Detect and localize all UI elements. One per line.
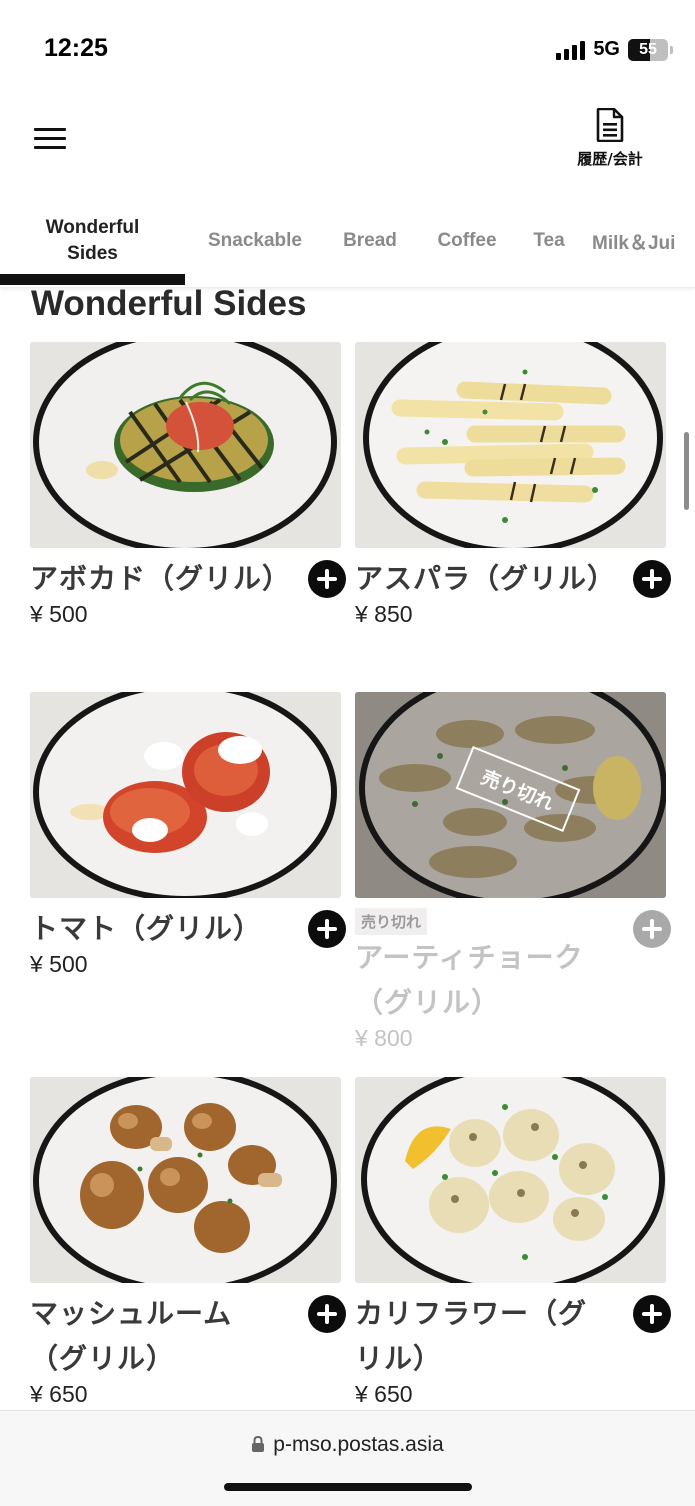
url-display[interactable]: p-mso.postas.asia	[0, 1433, 695, 1457]
add-to-cart-plus-icon[interactable]	[633, 1295, 671, 1333]
item-photo[interactable]	[30, 342, 341, 548]
add-to-cart-plus-icon[interactable]	[308, 560, 346, 598]
battery-icon: 55	[628, 38, 668, 61]
item-name: アスパラ（グリル）	[355, 562, 617, 595]
document-icon	[596, 108, 624, 142]
item-price: ¥ 800	[355, 1025, 413, 1051]
status-bar: 12:25 5G 55	[0, 0, 695, 90]
tab-coffee[interactable]: Coffee	[424, 196, 510, 286]
item-price: ¥ 500	[30, 951, 88, 977]
cauliflower-image	[355, 1077, 666, 1283]
menu-item-card[interactable]: アスパラ（グリル） ¥ 850	[355, 342, 671, 628]
home-indicator[interactable]	[224, 1483, 472, 1491]
item-photo[interactable]: 売り切れ	[355, 692, 666, 898]
item-photo[interactable]	[30, 692, 341, 898]
menu-item-card[interactable]: アボカド（グリル） ¥ 500	[30, 342, 346, 628]
network-type: 5G	[593, 38, 620, 60]
tab-milk-juice[interactable]: Milk＆Jui	[592, 196, 695, 286]
menu-item-card[interactable]: トマト（グリル） ¥ 500	[30, 692, 346, 978]
item-price: ¥ 650	[355, 1381, 413, 1407]
add-to-cart-plus-icon[interactable]	[308, 910, 346, 948]
add-to-cart-plus-icon[interactable]	[308, 1295, 346, 1333]
tab-wonderful-sides[interactable]: Wonderful Sides	[0, 196, 185, 286]
status-indicators: 5G 55	[556, 38, 673, 61]
tomato-image	[30, 692, 341, 898]
tab-tea[interactable]: Tea	[523, 196, 575, 286]
tab-snackable[interactable]: Snackable	[193, 196, 317, 286]
tab-bread[interactable]: Bread	[331, 196, 409, 286]
item-price: ¥ 850	[355, 601, 413, 627]
add-to-cart-plus-icon[interactable]	[633, 560, 671, 598]
item-price: ¥ 650	[30, 1381, 88, 1407]
item-name: アーティチョーク（グリル）	[355, 941, 584, 1019]
mushroom-image	[30, 1077, 341, 1283]
battery-level: 55	[639, 40, 657, 58]
add-to-cart-plus-icon	[633, 910, 671, 948]
item-price: ¥ 500	[30, 601, 88, 627]
battery-cap	[670, 45, 673, 54]
hamburger-menu-icon[interactable]	[34, 128, 66, 152]
menu-item-card[interactable]: 売り切れ 売り切れ アーティチョーク（グリル） ¥ 800	[355, 692, 671, 1052]
item-name: アボカド（グリル）	[30, 562, 292, 595]
menu-item-card[interactable]: マッシュルーム（グリル） ¥ 650	[30, 1077, 346, 1408]
sold-out-badge: 売り切れ	[355, 908, 428, 935]
lock-icon	[252, 1436, 265, 1452]
item-photo[interactable]	[355, 1077, 666, 1283]
menu-item-card[interactable]: カリフラワー（グリル） ¥ 650	[355, 1077, 671, 1408]
history-checkout-button[interactable]: 履歴/会計	[565, 108, 655, 174]
item-photo[interactable]	[355, 342, 666, 548]
avocado-image	[30, 342, 341, 548]
asparagus-image	[355, 342, 666, 548]
url-text: p-mso.postas.asia	[273, 1433, 444, 1456]
scrollbar[interactable]	[684, 432, 689, 510]
item-photo[interactable]	[30, 1077, 341, 1283]
item-name: マッシュルーム（グリル）	[30, 1297, 233, 1375]
section-title: Wonderful Sides	[31, 284, 307, 323]
browser-url-bar[interactable]: p-mso.postas.asia	[0, 1410, 695, 1506]
signal-icon	[556, 40, 586, 60]
item-name: トマト（グリル）	[30, 912, 263, 945]
item-name: カリフラワー（グリル）	[355, 1297, 588, 1375]
history-label: 履歴/会計	[577, 150, 643, 168]
status-time: 12:25	[44, 34, 108, 62]
